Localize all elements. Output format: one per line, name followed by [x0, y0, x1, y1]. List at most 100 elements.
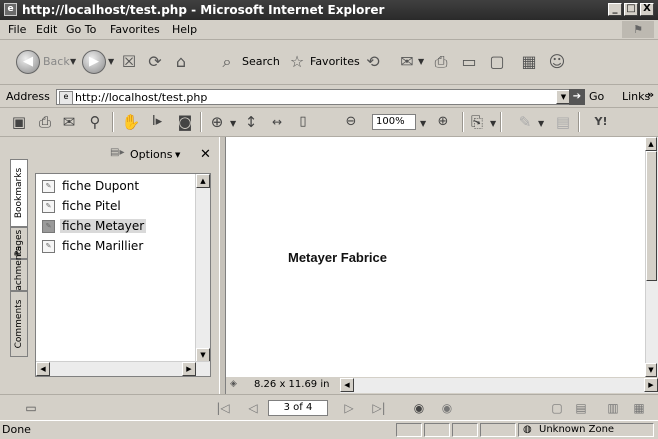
ie-app-icon[interactable]: e [4, 3, 17, 16]
status-cell [480, 423, 516, 437]
save-icon[interactable]: ▣ [8, 111, 30, 133]
zoom-dropdown-icon[interactable]: ▼ [420, 119, 426, 128]
scroll-thumb[interactable] [646, 151, 657, 281]
first-page-icon[interactable]: |◁ [214, 399, 232, 417]
document-bottom-bar: ◈ 8.26 x 11.69 in ◀ ▶ [226, 377, 658, 394]
scroll-down-icon[interactable]: ▼ [645, 363, 657, 377]
facing-pages-icon[interactable]: ▥ [604, 399, 622, 417]
bookmark-item[interactable]: ✎ fiche Dupont [42, 178, 141, 194]
bookmark-label: fiche Pitel [62, 199, 121, 213]
email-icon[interactable]: ✉ [58, 111, 80, 133]
bookmarks-vertical-scrollbar[interactable]: ▲ ▼ [195, 174, 210, 362]
options-icon[interactable]: ▤▸ [110, 147, 124, 158]
history-icon[interactable]: ⟲ [362, 51, 384, 73]
scroll-right-icon[interactable]: ▶ [182, 362, 196, 376]
close-window-button[interactable]: X [640, 3, 654, 16]
hand-tool-icon[interactable]: ✋ [120, 111, 142, 133]
bookmark-item[interactable]: ✎ fiche Pitel [42, 198, 123, 214]
zoom-tool-dropdown-icon[interactable]: ▼ [230, 119, 236, 128]
scroll-right-icon[interactable]: ▶ [644, 378, 658, 392]
forward-arrow-icon[interactable]: ▶ [82, 50, 106, 74]
scroll-up-icon[interactable]: ▲ [645, 137, 657, 151]
tab-comments[interactable]: Comments [10, 291, 28, 357]
bookmarks-horizontal-scrollbar[interactable]: ◀ ▶ [36, 361, 210, 376]
sign-icon[interactable]: ✎ [514, 111, 536, 133]
print-pdf-icon[interactable]: ⎙ [34, 111, 56, 133]
bookmark-item-selected[interactable]: ✎ fiche Metayer [42, 218, 147, 234]
scroll-up-icon[interactable]: ▲ [196, 174, 210, 188]
zoom-level-input[interactable]: 100% [372, 114, 416, 130]
scroll-left-icon[interactable]: ◀ [340, 378, 354, 392]
forward-dropdown-icon[interactable]: ▼ [108, 57, 114, 66]
messenger-icon[interactable]: ☺ [546, 51, 568, 73]
stop-icon[interactable]: ☒ [118, 51, 140, 73]
menu-edit[interactable]: Edit [36, 23, 57, 36]
collapse-panel-icon[interactable]: ▭ [22, 399, 40, 417]
single-page-icon[interactable]: ▢ [548, 399, 566, 417]
next-view-icon[interactable]: ◉ [438, 399, 456, 417]
maximize-button[interactable]: □ [624, 3, 638, 16]
continuous-icon[interactable]: ▤ [572, 399, 590, 417]
select-text-icon[interactable]: I▸ [146, 111, 168, 133]
go-arrow-icon[interactable]: ➔ [569, 89, 585, 105]
toolbar-separator [200, 112, 202, 132]
fit-width-icon[interactable]: ↔ [266, 111, 288, 133]
scroll-left-icon[interactable]: ◀ [36, 362, 50, 376]
zoom-in-icon[interactable]: ⊕ [432, 111, 454, 133]
close-panel-icon[interactable]: ✕ [200, 147, 211, 162]
find-icon[interactable]: ⚲ [84, 111, 106, 133]
page-number-input[interactable]: 3 of 4 [268, 400, 328, 416]
scroll-down-icon[interactable]: ▼ [196, 348, 210, 362]
next-page-icon[interactable]: ▷ [340, 399, 358, 417]
bookmark-item[interactable]: ✎ fiche Marillier [42, 238, 145, 254]
discuss-icon[interactable]: ▢ [486, 51, 508, 73]
toolbar-separator [112, 112, 114, 132]
menu-help[interactable]: Help [172, 23, 197, 36]
viewer-area: Bookmarks Pages Attachments Comments ▤▸ … [0, 137, 658, 394]
back-dropdown-icon[interactable]: ▼ [70, 57, 76, 66]
yahoo-toolbar-icon[interactable]: Y! [590, 111, 612, 133]
menu-go-to[interactable]: Go To [66, 23, 96, 36]
mail-icon[interactable]: ✉ [396, 51, 418, 73]
links-more-icon[interactable]: » [647, 88, 654, 101]
minimize-button[interactable]: _ [608, 3, 622, 16]
home-icon[interactable]: ⌂ [170, 51, 192, 73]
previous-page-icon[interactable]: ◁ [244, 399, 262, 417]
zoom-out-icon[interactable]: ⊖ [340, 111, 362, 133]
zoom-in-tool-icon[interactable]: ⊕ [206, 111, 228, 133]
tab-attachments[interactable]: Attachments [10, 246, 28, 304]
pdf-document-icon: ✎ [42, 239, 55, 253]
menu-favorites[interactable]: Favorites [110, 23, 160, 36]
previous-view-icon[interactable]: ◉ [410, 399, 428, 417]
sign-dropdown-icon[interactable]: ▼ [538, 119, 544, 128]
tab-bookmarks[interactable]: Bookmarks [10, 159, 28, 227]
edit-icon[interactable]: ▭ [458, 51, 480, 73]
go-button-label[interactable]: Go [589, 90, 604, 103]
rotate-icon[interactable]: ⎘ [466, 111, 488, 133]
panel-splitter[interactable] [219, 137, 226, 394]
snapshot-icon[interactable]: ◙ [174, 111, 196, 133]
mail-dropdown-icon[interactable]: ▼ [418, 57, 424, 66]
options-dropdown-icon[interactable]: ▼ [175, 151, 180, 159]
address-input[interactable]: e http://localhost/test.php ▼ [56, 89, 572, 105]
options-button[interactable]: Options [130, 148, 172, 161]
search-icon[interactable]: ⌕ [216, 51, 238, 73]
continuous-facing-icon[interactable]: ▦ [630, 399, 648, 417]
document-vertical-scrollbar[interactable]: ▲ ▼ [645, 137, 658, 377]
menu-file[interactable]: File [8, 23, 26, 36]
actual-size-icon[interactable]: ↕ [240, 111, 262, 133]
fit-page-icon[interactable]: ▯ [292, 111, 314, 133]
document-horizontal-scrollbar[interactable]: ◀ ▶ [340, 378, 658, 393]
favorites-star-icon[interactable]: ☆ [286, 51, 308, 73]
print-icon[interactable]: ⎙ [430, 51, 452, 73]
refresh-icon[interactable]: ⟳ [144, 51, 166, 73]
rotate-dropdown-icon[interactable]: ▼ [490, 119, 496, 128]
review-icon[interactable]: ▤ [552, 111, 574, 133]
tab-comments-label: Comments [14, 299, 24, 349]
favorites-button-label[interactable]: Favorites [310, 55, 360, 68]
back-button-label[interactable]: Back [43, 55, 70, 68]
search-button-label[interactable]: Search [242, 55, 280, 68]
research-icon[interactable]: ▦ [518, 51, 540, 73]
back-arrow-icon[interactable]: ◀ [16, 50, 40, 74]
last-page-icon[interactable]: ▷| [370, 399, 388, 417]
